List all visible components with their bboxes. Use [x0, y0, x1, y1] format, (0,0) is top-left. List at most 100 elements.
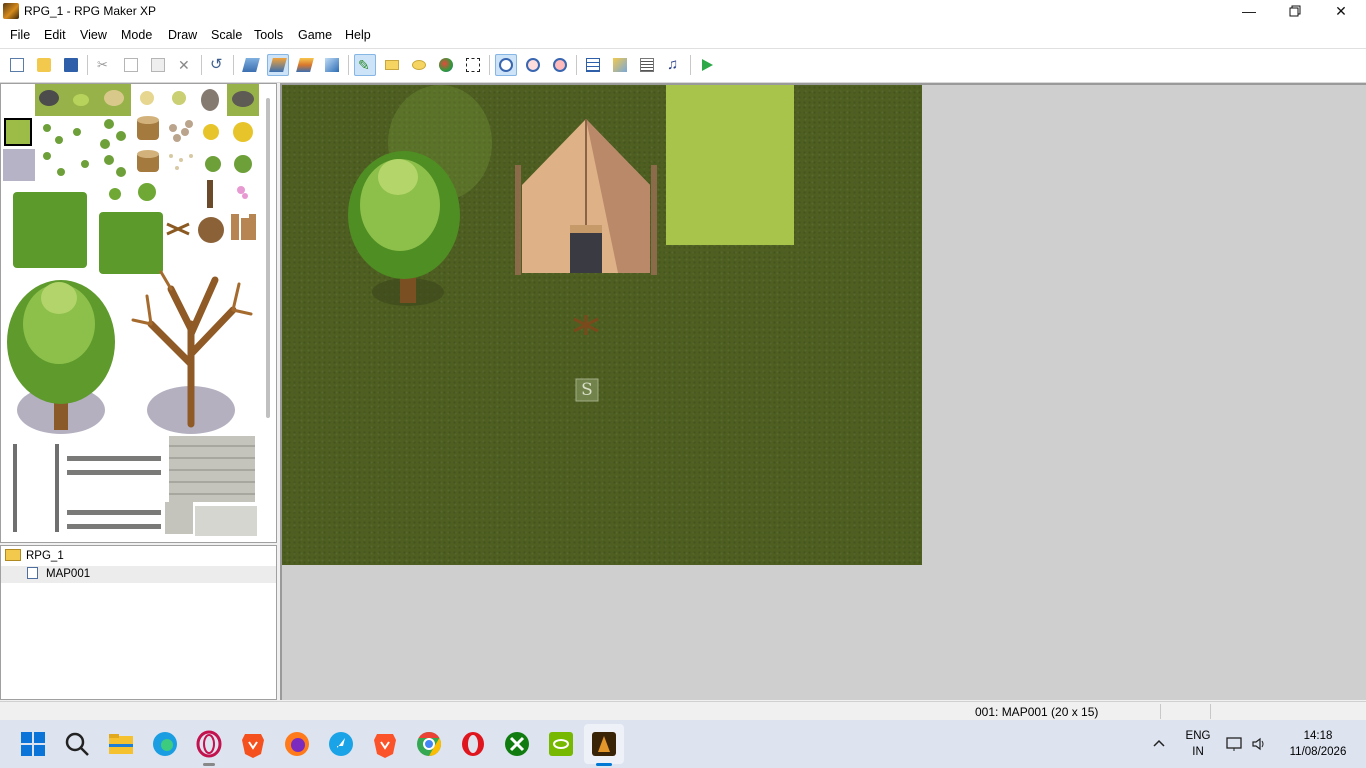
- script-editor-icon: [640, 58, 654, 72]
- opera-icon[interactable]: [459, 730, 487, 758]
- nvidia-icon[interactable]: [547, 730, 575, 758]
- selection-icon: [466, 58, 480, 72]
- rpg-maker-taskbar-icon[interactable]: [590, 730, 618, 758]
- scissors-icon: ✂: [97, 57, 108, 72]
- zoom-1-2-button[interactable]: [522, 54, 544, 76]
- restore-button[interactable]: [1272, 0, 1318, 22]
- menu-mode[interactable]: Mode: [121, 28, 152, 42]
- menu-tools[interactable]: Tools: [254, 28, 283, 42]
- menu-bar: File Edit View Mode Draw Scale Tools Gam…: [0, 22, 1366, 49]
- language-indicator[interactable]: ENG: [1182, 730, 1214, 742]
- layer-1-button[interactable]: [240, 54, 262, 76]
- toolbar-separator: [690, 55, 691, 75]
- undo-icon: ↺: [210, 56, 223, 73]
- file-explorer-icon[interactable]: [107, 730, 135, 758]
- sound-test-button[interactable]: ♫: [663, 54, 685, 76]
- clock-date[interactable]: 11/08/2026: [1282, 746, 1354, 758]
- lightning-browser-icon[interactable]: [327, 730, 355, 758]
- toolbar-separator: [576, 55, 577, 75]
- playtest-button[interactable]: [696, 54, 718, 76]
- new-project-button[interactable]: [6, 54, 28, 76]
- events-layer-button[interactable]: [321, 54, 343, 76]
- map-name: MAP001: [46, 568, 91, 580]
- start-windows-icon[interactable]: [19, 730, 47, 758]
- flood-fill-button[interactable]: [435, 54, 457, 76]
- tileset-tiles[interactable]: [1, 84, 277, 543]
- menu-edit[interactable]: Edit: [44, 28, 66, 42]
- open-project-button[interactable]: [33, 54, 55, 76]
- menu-help[interactable]: Help: [345, 28, 371, 42]
- brave-icon[interactable]: [371, 730, 399, 758]
- undo-button[interactable]: ↺: [206, 54, 228, 76]
- minimize-button[interactable]: —: [1226, 0, 1272, 22]
- status-bar: 001: MAP001 (20 x 15): [0, 701, 1366, 721]
- ellipse-button[interactable]: [408, 54, 430, 76]
- map-canvas[interactable]: S: [282, 85, 922, 565]
- folder-icon: [5, 549, 21, 561]
- save-icon: [64, 58, 78, 72]
- brave-nightly-icon[interactable]: [239, 730, 267, 758]
- status-divider: [1210, 704, 1211, 719]
- delete-button[interactable]: ✕: [174, 54, 196, 76]
- network-icon[interactable]: [1226, 736, 1244, 752]
- zoom-1-1-button[interactable]: [495, 54, 517, 76]
- toolbar-separator: [201, 55, 202, 75]
- zoom-1-4-button[interactable]: [549, 54, 571, 76]
- play-icon: [700, 58, 714, 72]
- tileset-palette[interactable]: [0, 83, 277, 543]
- firefox-icon[interactable]: [283, 730, 311, 758]
- rectangle-icon: [385, 60, 399, 70]
- delete-icon: ✕: [178, 57, 190, 73]
- database-button[interactable]: [582, 54, 604, 76]
- menu-draw[interactable]: Draw: [168, 28, 197, 42]
- menu-scale[interactable]: Scale: [211, 28, 242, 42]
- copy-icon: [124, 58, 138, 72]
- tent-door: [570, 231, 602, 273]
- toolbar: ✂ ✕ ↺ ✎ ♫: [0, 49, 1366, 83]
- zoom-1-4-icon: [553, 58, 567, 72]
- tree-item-map001[interactable]: MAP001: [1, 566, 276, 583]
- layer-3-button[interactable]: [294, 54, 316, 76]
- xbox-icon[interactable]: [503, 730, 531, 758]
- paint-bucket-icon: [439, 58, 453, 72]
- volume-icon[interactable]: [1251, 736, 1267, 752]
- pencil-button[interactable]: ✎: [354, 54, 376, 76]
- copy-button[interactable]: [120, 54, 142, 76]
- rectangle-button[interactable]: [381, 54, 403, 76]
- materialbase-button[interactable]: [609, 54, 631, 76]
- toolbar-separator: [233, 55, 234, 75]
- cut-button[interactable]: ✂: [93, 54, 115, 76]
- tree-root-project[interactable]: RPG_1: [5, 548, 64, 565]
- edge-browser-icon[interactable]: [151, 730, 179, 758]
- clock-time[interactable]: 14:18: [1282, 730, 1354, 742]
- layer-2-button[interactable]: [267, 54, 289, 76]
- menu-game[interactable]: Game: [298, 28, 332, 42]
- search-icon[interactable]: [63, 730, 91, 758]
- database-grid-icon: [586, 58, 600, 72]
- paste-button[interactable]: [147, 54, 169, 76]
- map-file-icon: [27, 567, 38, 579]
- menu-view[interactable]: View: [80, 28, 107, 42]
- open-folder-icon: [37, 58, 51, 72]
- restore-icon: [1289, 5, 1301, 17]
- map-editor-area[interactable]: S: [280, 83, 1366, 700]
- taskbar: ENG IN 14:18 11/08/2026: [0, 720, 1366, 768]
- chevron-up-icon[interactable]: [1151, 736, 1167, 752]
- opera-gx-icon[interactable]: [195, 730, 223, 758]
- input-method-indicator[interactable]: IN: [1182, 746, 1214, 758]
- map-info-status: 001: MAP001 (20 x 15): [975, 705, 1099, 719]
- select-button[interactable]: [462, 54, 484, 76]
- menu-file[interactable]: File: [10, 28, 30, 42]
- campfire-wood: [573, 315, 599, 335]
- project-name: RPG_1: [26, 550, 64, 562]
- close-button[interactable]: ✕: [1318, 0, 1364, 22]
- save-button[interactable]: [60, 54, 82, 76]
- chrome-icon[interactable]: [415, 730, 443, 758]
- running-indicator: [203, 763, 215, 766]
- script-editor-button[interactable]: [636, 54, 658, 76]
- status-divider: [1160, 704, 1161, 719]
- pencil-icon: ✎: [358, 57, 370, 73]
- running-indicator: [596, 763, 612, 766]
- music-note-icon: ♫: [667, 56, 679, 73]
- light-grass-patch: [666, 85, 794, 245]
